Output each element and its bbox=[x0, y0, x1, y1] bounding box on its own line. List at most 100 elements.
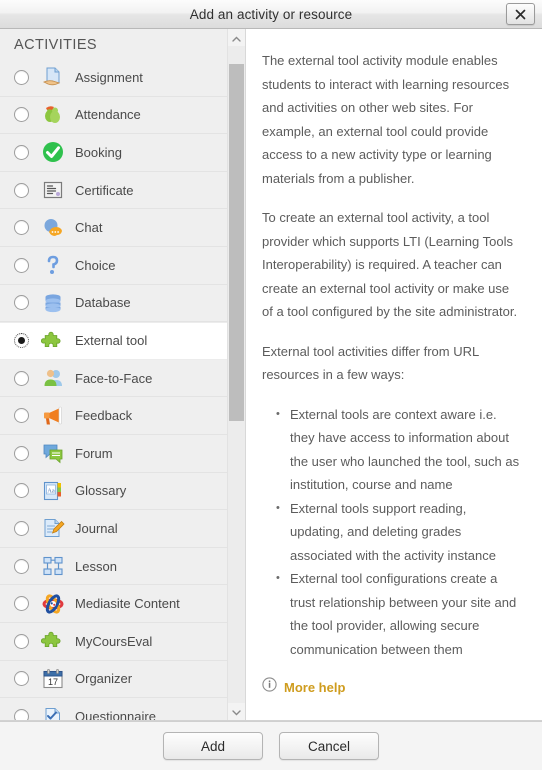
list-item: External tools are context aware i.e. th… bbox=[276, 403, 520, 497]
activity-radio[interactable] bbox=[14, 69, 29, 85]
activity-radio[interactable] bbox=[14, 596, 29, 612]
activity-item-label: Glossary bbox=[75, 483, 127, 499]
close-icon bbox=[515, 9, 526, 20]
activity-radio[interactable] bbox=[14, 483, 29, 499]
activity-item-chat[interactable]: Chat bbox=[0, 209, 228, 247]
activity-item-label: Assignment bbox=[75, 69, 143, 85]
megaphone-icon bbox=[41, 404, 65, 428]
activity-radio[interactable] bbox=[14, 520, 29, 536]
activity-item-journal[interactable]: Journal bbox=[0, 510, 228, 548]
svg-text:Aa: Aa bbox=[47, 487, 55, 494]
activities-list: ACTIVITIES Assignment Attendance Booking Ce… bbox=[0, 29, 245, 720]
activity-radio[interactable] bbox=[14, 333, 29, 349]
activities-list-panel: ACTIVITIES Assignment Attendance Booking Ce… bbox=[0, 29, 246, 720]
activity-item-face-to-face[interactable]: Face-to-Face bbox=[0, 360, 228, 398]
puzzle-piece-icon bbox=[41, 629, 65, 653]
description-paragraph: The external tool activity module enable… bbox=[262, 53, 510, 186]
activity-item-label: Feedback bbox=[75, 408, 133, 424]
chat-bubble-icon bbox=[41, 216, 65, 240]
activity-item-label: Booking bbox=[75, 144, 122, 160]
dialog-body: ACTIVITIES Assignment Attendance Booking Ce… bbox=[0, 29, 542, 721]
more-help-label: More help bbox=[284, 679, 346, 695]
scrollbar-track[interactable] bbox=[228, 46, 245, 703]
activity-item-database[interactable]: Database bbox=[0, 285, 228, 323]
booking-check-icon bbox=[41, 140, 65, 164]
activity-item-choice[interactable]: Choice bbox=[0, 247, 228, 285]
activity-item-label: Journal bbox=[75, 520, 118, 536]
activity-item-label: Lesson bbox=[75, 558, 117, 574]
mediasite-icon bbox=[41, 592, 65, 616]
cancel-button[interactable]: Cancel bbox=[279, 732, 379, 760]
activity-radio[interactable] bbox=[14, 107, 29, 123]
activity-radio[interactable] bbox=[14, 558, 29, 574]
scrollbar-thumb[interactable] bbox=[229, 64, 244, 421]
list-item: External tools support reading, updating… bbox=[276, 497, 520, 568]
chevron-up-icon bbox=[232, 29, 241, 47]
activity-item-label: Organizer bbox=[75, 671, 133, 687]
svg-text:17: 17 bbox=[48, 677, 58, 687]
description-paragraph: To create an external tool activity, a t… bbox=[262, 210, 518, 319]
activity-item-organizer[interactable]: 17 Organizer bbox=[0, 661, 228, 699]
activity-item-feedback[interactable]: Feedback bbox=[0, 397, 228, 435]
activity-item-questionnaire[interactable]: Questionnaire bbox=[0, 698, 228, 720]
activity-radio[interactable] bbox=[14, 370, 29, 386]
activity-item-mycourseval[interactable]: MyCoursEval bbox=[0, 623, 228, 661]
glossary-icon: Aa bbox=[41, 479, 65, 503]
dialog-title: Add an activity or resource bbox=[189, 6, 353, 22]
activity-item-label: Questionnaire bbox=[75, 709, 156, 720]
activity-item-forum[interactable]: Forum bbox=[0, 435, 228, 473]
activities-scrollbar[interactable] bbox=[227, 29, 245, 720]
activity-item-label: Certificate bbox=[75, 182, 134, 198]
scroll-up-button[interactable] bbox=[228, 29, 245, 46]
close-button[interactable] bbox=[506, 3, 535, 25]
choice-question-icon bbox=[41, 253, 65, 277]
add-activity-dialog: Add an activity or resource ACTIVITIES A… bbox=[0, 0, 542, 770]
activity-radio[interactable] bbox=[14, 408, 29, 424]
description-panel: The external tool activity module enable… bbox=[246, 29, 542, 720]
activity-radio[interactable] bbox=[14, 220, 29, 236]
info-circle-icon bbox=[262, 677, 277, 697]
activity-item-label: Attendance bbox=[75, 107, 141, 123]
activity-item-label: MyCoursEval bbox=[75, 633, 153, 649]
lesson-flowchart-icon bbox=[41, 554, 65, 578]
chevron-down-icon bbox=[232, 703, 241, 721]
activity-item-certificate[interactable]: Certificate bbox=[0, 172, 228, 210]
add-button[interactable]: Add bbox=[163, 732, 263, 760]
activity-item-booking[interactable]: Booking bbox=[0, 134, 228, 172]
activity-item-label: External tool bbox=[75, 333, 148, 349]
activity-item-glossary[interactable]: Aa Glossary bbox=[0, 473, 228, 511]
activity-item-lesson[interactable]: Lesson bbox=[0, 548, 228, 586]
activity-item-label: Face-to-Face bbox=[75, 370, 153, 386]
activity-item-attendance[interactable]: Attendance bbox=[0, 97, 228, 135]
dialog-titlebar: Add an activity or resource bbox=[0, 0, 542, 29]
activity-item-label: Forum bbox=[75, 445, 113, 461]
activity-item-mediasite-content[interactable]: Mediasite Content bbox=[0, 585, 228, 623]
activity-item-label: Mediasite Content bbox=[75, 596, 180, 612]
face-to-face-icon bbox=[41, 366, 65, 390]
questionnaire-icon bbox=[41, 705, 65, 720]
assignment-icon bbox=[41, 65, 65, 89]
journal-pencil-icon bbox=[41, 516, 65, 540]
scroll-down-button[interactable] bbox=[228, 703, 245, 720]
calendar-icon: 17 bbox=[41, 667, 65, 691]
activity-radio[interactable] bbox=[14, 709, 29, 720]
activity-radio[interactable] bbox=[14, 144, 29, 160]
description-bullet-list: External tools are context aware i.e. th… bbox=[262, 403, 520, 662]
more-help-link[interactable]: More help bbox=[262, 677, 520, 697]
activity-radio[interactable] bbox=[14, 182, 29, 198]
activity-radio[interactable] bbox=[14, 671, 29, 687]
activity-radio[interactable] bbox=[14, 633, 29, 649]
activity-radio[interactable] bbox=[14, 257, 29, 273]
activities-heading: ACTIVITIES bbox=[0, 29, 228, 59]
activity-item-external-tool[interactable]: External tool bbox=[0, 322, 245, 360]
forum-icon bbox=[41, 441, 65, 465]
attendance-icon bbox=[41, 103, 65, 127]
description-paragraph: External tool activities differ from URL… bbox=[262, 343, 479, 383]
activity-radio[interactable] bbox=[14, 445, 29, 461]
database-icon bbox=[41, 291, 65, 315]
list-item: External tool configurations create a tr… bbox=[276, 567, 520, 661]
activity-item-assignment[interactable]: Assignment bbox=[0, 59, 228, 97]
dialog-footer: Add Cancel bbox=[0, 721, 542, 770]
activity-radio[interactable] bbox=[14, 295, 29, 311]
activity-item-label: Database bbox=[75, 295, 131, 311]
